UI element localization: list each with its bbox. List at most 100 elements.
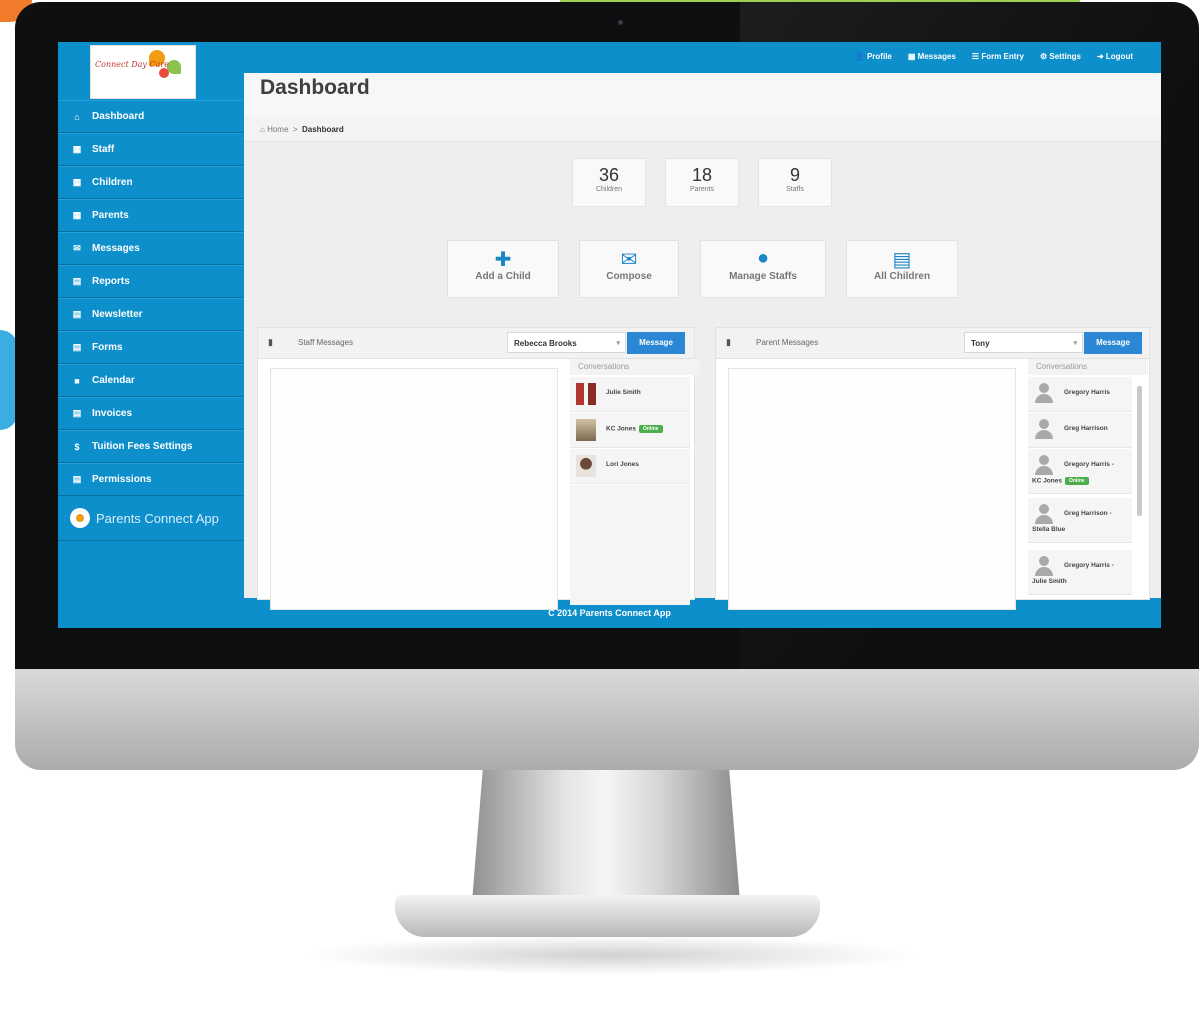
sidebar-item-reports[interactable]: ▤ Reports xyxy=(58,265,243,298)
default-avatar-icon xyxy=(1034,556,1054,578)
conversations-header: Conversations xyxy=(570,359,700,375)
list-icon: ▤ xyxy=(72,408,82,418)
sidebar-item-calendar[interactable]: ■ Calendar xyxy=(58,364,243,397)
breadcrumb: ⌂ Home > Dashboard xyxy=(260,125,344,134)
home-icon: ⌂ xyxy=(74,111,80,122)
logo-text: Connect Day Care xyxy=(95,60,169,69)
sidebar-item-newsletter[interactable]: ▤ Newsletter xyxy=(58,298,243,331)
sidebar-item-label: Messages xyxy=(92,243,140,254)
topnav-messages-label: Messages xyxy=(917,52,956,61)
conversation-item[interactable]: Lori Jones xyxy=(570,449,690,484)
sidebar-item-staff[interactable]: ▦ Staff xyxy=(58,133,243,166)
sidebar-item-label: Newsletter xyxy=(92,309,143,320)
conversation-name: Gregory Harris - xyxy=(1064,562,1114,569)
sidebar-item-invoices[interactable]: ▤ Invoices xyxy=(58,397,243,430)
topnav-settings-label: Settings xyxy=(1049,52,1081,61)
panel-title: Parent Messages xyxy=(756,338,819,347)
stat-value: 18 xyxy=(691,165,713,185)
online-badge: Online xyxy=(1064,477,1089,485)
stat-label: Staffs xyxy=(786,186,804,193)
topnav-logout[interactable]: ➜ Logout xyxy=(1097,52,1133,61)
sidebar-item-permissions[interactable]: ▤ Permissions xyxy=(58,463,243,496)
breadcrumb-bar xyxy=(244,117,1161,142)
conversation-item[interactable]: Gregory Harris xyxy=(1028,377,1132,412)
monitor-shadow xyxy=(300,935,920,975)
conversation-item[interactable]: Gregory Harris - Julie Smith xyxy=(1028,550,1132,595)
sidebar-item-label: Parents xyxy=(92,210,129,221)
topnav-logout-label: Logout xyxy=(1105,52,1133,61)
monitor-stand xyxy=(472,770,740,902)
envelope-icon: ✉ xyxy=(620,249,638,271)
app-logo-icon xyxy=(70,508,90,528)
topnav-form-entry[interactable]: ☰ Form Entry xyxy=(972,52,1024,61)
sidebar-item-label: Children xyxy=(92,177,133,188)
comment-icon: ▮ xyxy=(268,337,273,347)
conversation-name: KC Jones Online xyxy=(606,425,663,433)
list-icon: ▤ xyxy=(72,309,82,319)
all-children-label: All Children xyxy=(873,271,931,282)
footer-copyright: C 2014 Parents Connect App xyxy=(548,608,671,618)
staff-message-button[interactable]: Message xyxy=(627,332,685,354)
parent-recipient-select[interactable]: Tony ▾ xyxy=(964,332,1083,353)
chevron-down-icon: ▾ xyxy=(1073,340,1077,347)
sidebar-item-dashboard[interactable]: ⌂ Dashboard xyxy=(58,100,243,133)
add-child-icon: ✚ xyxy=(494,249,512,271)
panel-title: Staff Messages xyxy=(298,338,353,347)
camera-dot xyxy=(618,20,623,25)
app-screen: 👤 Profile ▦ Messages ☰ Form Entry ⚙ Sett… xyxy=(58,42,1161,628)
sidebar-item-label: Forms xyxy=(92,342,123,353)
sidebar-item-label: Dashboard xyxy=(92,111,145,122)
staff-message-area[interactable] xyxy=(270,368,558,610)
sidebar-item-messages[interactable]: ✉ Messages xyxy=(58,232,243,265)
stat-children[interactable]: 36 Children xyxy=(572,158,646,207)
online-badge: Online xyxy=(638,425,663,433)
default-avatar-icon xyxy=(1034,504,1054,526)
avatar xyxy=(576,419,596,441)
all-children-button[interactable]: ▤ All Children xyxy=(846,240,958,298)
sidebar-app-link[interactable]: Parents Connect App xyxy=(58,496,243,541)
breadcrumb-current: Dashboard xyxy=(302,125,344,134)
sidebar-item-label: Calendar xyxy=(92,375,135,386)
conversation-subname-text: KC Jones xyxy=(1032,477,1062,485)
table-icon: ▦ xyxy=(72,210,82,220)
topnav-messages[interactable]: ▦ Messages xyxy=(908,52,956,61)
conversations-header: Conversations xyxy=(1028,359,1148,375)
staff-recipient-select[interactable]: Rebecca Brooks ▾ xyxy=(507,332,626,353)
sidebar-item-forms[interactable]: ▤ Forms xyxy=(58,331,243,364)
sidebar-item-parents[interactable]: ▦ Parents xyxy=(58,199,243,232)
chevron-down-icon: ▾ xyxy=(616,340,620,347)
comment-icon: ▮ xyxy=(726,337,731,347)
conversation-item[interactable]: Greg Harrison xyxy=(1028,413,1132,448)
brand-logo[interactable]: Connect Day Care xyxy=(90,45,196,99)
breadcrumb-home[interactable]: Home xyxy=(267,125,288,134)
stat-staffs[interactable]: 9 Staffs xyxy=(758,158,832,207)
conversation-item[interactable]: KC Jones Online xyxy=(570,413,690,448)
default-avatar-icon xyxy=(1034,383,1054,405)
compose-button[interactable]: ✉ Compose xyxy=(579,240,679,298)
select-value: Rebecca Brooks xyxy=(514,339,577,348)
conversation-item[interactable]: Greg Harrison - Stella Blue xyxy=(1028,498,1132,543)
home-icon: ⌂ xyxy=(260,125,265,134)
topnav-profile[interactable]: 👤 Profile xyxy=(855,52,892,61)
conversation-name: Julie Smith xyxy=(606,389,641,396)
table-icon: ▦ xyxy=(72,177,82,187)
conversation-scrollbar[interactable] xyxy=(1137,386,1142,516)
conversation-item[interactable]: Julie Smith xyxy=(570,377,690,412)
title-bar xyxy=(244,73,1161,118)
sidebar-item-label: Permissions xyxy=(92,474,152,485)
sidebar-app-label: Parents Connect App xyxy=(96,510,219,526)
stat-parents[interactable]: 18 Parents xyxy=(665,158,739,207)
add-child-button[interactable]: ✚ Add a Child xyxy=(447,240,559,298)
calendar-icon: ■ xyxy=(74,375,80,386)
avatar xyxy=(576,383,596,405)
sidebar-item-children[interactable]: ▦ Children xyxy=(58,166,243,199)
parent-message-button[interactable]: Message xyxy=(1084,332,1142,354)
conversation-name: Gregory Harris - xyxy=(1064,461,1114,468)
parent-message-area[interactable] xyxy=(728,368,1016,610)
manage-staffs-button[interactable]: ● Manage Staffs xyxy=(700,240,826,298)
topnav-settings[interactable]: ⚙ Settings xyxy=(1040,52,1081,61)
conversation-item[interactable]: Gregory Harris - KC Jones Online xyxy=(1028,449,1132,494)
person-icon: ● xyxy=(756,247,770,269)
sidebar-item-tuition-fees-settings[interactable]: $ Tuition Fees Settings xyxy=(58,430,243,463)
stat-label: Parents xyxy=(689,186,715,193)
